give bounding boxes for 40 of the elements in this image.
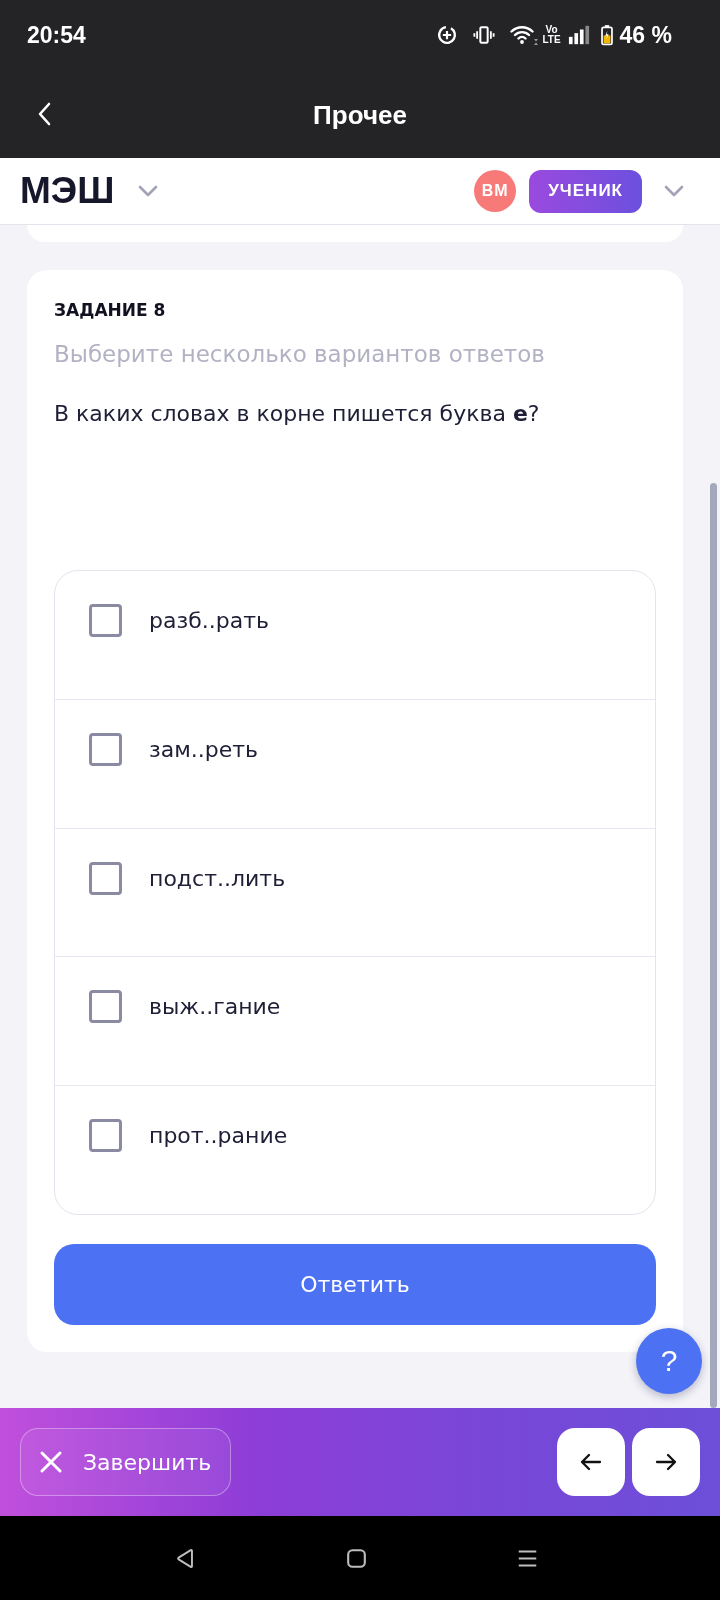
task-hint: Выберите несколько вариантов ответов [54,340,546,369]
previous-button[interactable] [557,1428,625,1496]
chevron-left-icon [38,102,52,126]
checkbox[interactable] [89,861,122,895]
submit-button[interactable]: Ответить [54,1244,656,1325]
checkbox[interactable] [89,732,122,766]
network-label: Vo [544,25,559,35]
circle-plus-icon [436,24,459,46]
question-text: В каких словах в корне пишется буква е? [54,400,541,428]
option-label[interactable]: выж..гание [149,990,281,1024]
logo[interactable]: МЭШ [20,172,115,210]
checkbox[interactable] [89,604,122,637]
network-label: LTE [542,35,561,45]
task-number: ЗАДАНИЕ 8 [54,299,167,322]
battery-icon [600,24,613,46]
battery-percent: 46 % [619,22,672,48]
role-badge[interactable]: УЧЕНИК [529,169,642,213]
vibrate-icon [473,24,496,46]
menu-icon[interactable] [516,1547,538,1569]
close-icon [39,1450,63,1474]
option-label[interactable]: подст..лить [149,861,286,895]
arrow-left-icon [580,1453,602,1471]
screen-title: Прочее [313,99,407,131]
arrow-right-icon [655,1453,677,1471]
wifi-icon [510,24,541,46]
finish-button[interactable]: Завершить [20,1428,231,1496]
clock-time: 20:54 [27,22,86,48]
signal-icon [567,24,590,46]
option-label[interactable]: прот..рание [149,1119,288,1153]
option-label[interactable]: зам..реть [149,732,259,766]
checkbox[interactable] [89,1119,122,1153]
help-button[interactable]: ? [636,1328,702,1394]
scrollbar-thumb[interactable] [710,483,717,1408]
home-square-icon[interactable] [345,1547,367,1569]
chevron-down-icon[interactable] [664,185,684,197]
checkbox[interactable] [89,990,122,1024]
chevron-down-icon[interactable] [138,185,159,197]
option-label[interactable]: разб..рать [149,604,269,637]
next-button[interactable] [632,1428,700,1496]
back-triangle-icon[interactable] [174,1547,196,1569]
